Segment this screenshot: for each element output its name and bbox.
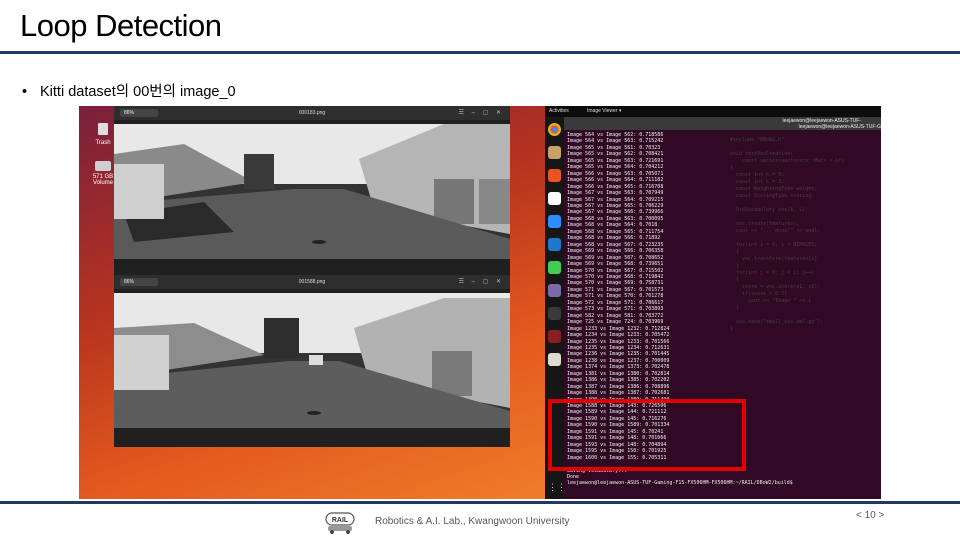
bottom-rule	[0, 501, 960, 504]
rail-logo-icon: RAIL	[325, 512, 355, 534]
bullet-dot: •	[22, 84, 28, 100]
vscode-icon[interactable]	[548, 238, 561, 251]
image-viewer-2: 86% 001588.png ☰ – ▢ ✕	[114, 275, 510, 447]
settings-icon[interactable]	[548, 307, 561, 320]
screenshot: Trash 571 GB Volume 86% 000183.png ☰ – ▢…	[79, 106, 881, 499]
logo-text: RAIL	[332, 517, 349, 524]
image-viewer-1: 86% 000183.png ☰ – ▢ ✕	[114, 106, 510, 276]
window-controls[interactable]: ☰ – ▢ ✕	[459, 278, 504, 285]
footer-text: Robotics & A.I. Lab., Kwangwoon Universi…	[375, 516, 570, 527]
slide-title: Loop Detection	[20, 8, 222, 43]
chrome-icon[interactable]	[548, 123, 561, 136]
street-photo	[114, 293, 510, 428]
zoom-icon[interactable]	[548, 215, 561, 228]
qt-creator-icon[interactable]	[548, 261, 561, 274]
viewer-filename: 000183.png	[298, 110, 326, 116]
bullet-text: Kitti dataset의 00번의 image_0	[40, 84, 236, 100]
slack-icon[interactable]	[548, 192, 561, 205]
bullet-item: • Kitti dataset의 00번의 image_0	[22, 80, 236, 101]
window-controls[interactable]: ☰ – ▢ ✕	[459, 109, 504, 116]
viewer-filename: 001588.png	[298, 279, 326, 285]
trash-icon	[98, 123, 108, 135]
terminal-tab-title: leejaewon@leejaewon-ASUS-TUF-G	[798, 124, 881, 130]
top-rule	[0, 51, 960, 54]
street-photo	[114, 124, 510, 259]
viewer-toolbar: 86% 001588.png ☰ – ▢ ✕	[114, 275, 510, 289]
activities-button[interactable]: Activities	[549, 108, 569, 114]
app-menu[interactable]: Image Viewer ▾	[587, 108, 621, 114]
gnome-topbar: Activities Image Viewer ▾	[545, 106, 881, 117]
terminal-titlebar: leejaewon@leejaewon-ASUS-TUF- leejaewon@…	[564, 117, 881, 130]
hard-drive-icon	[95, 161, 111, 171]
ubuntu-desktop: Trash 571 GB Volume 86% 000183.png ☰ – ▢…	[79, 106, 545, 499]
trash-label: Trash	[95, 140, 111, 146]
image-viewer-icon[interactable]	[548, 284, 561, 297]
software-icon[interactable]	[548, 169, 561, 182]
app-grid-icon[interactable]: ⋮⋮	[548, 481, 566, 494]
files-icon[interactable]	[548, 146, 561, 159]
editor-icon[interactable]	[548, 353, 561, 366]
page-number: < 10 >	[856, 510, 885, 521]
loop-detection-highlight-box	[548, 399, 746, 471]
pdf-icon[interactable]	[548, 330, 561, 343]
viewer-toolbar: 86% 000183.png ☰ – ▢ ✕	[114, 106, 510, 120]
